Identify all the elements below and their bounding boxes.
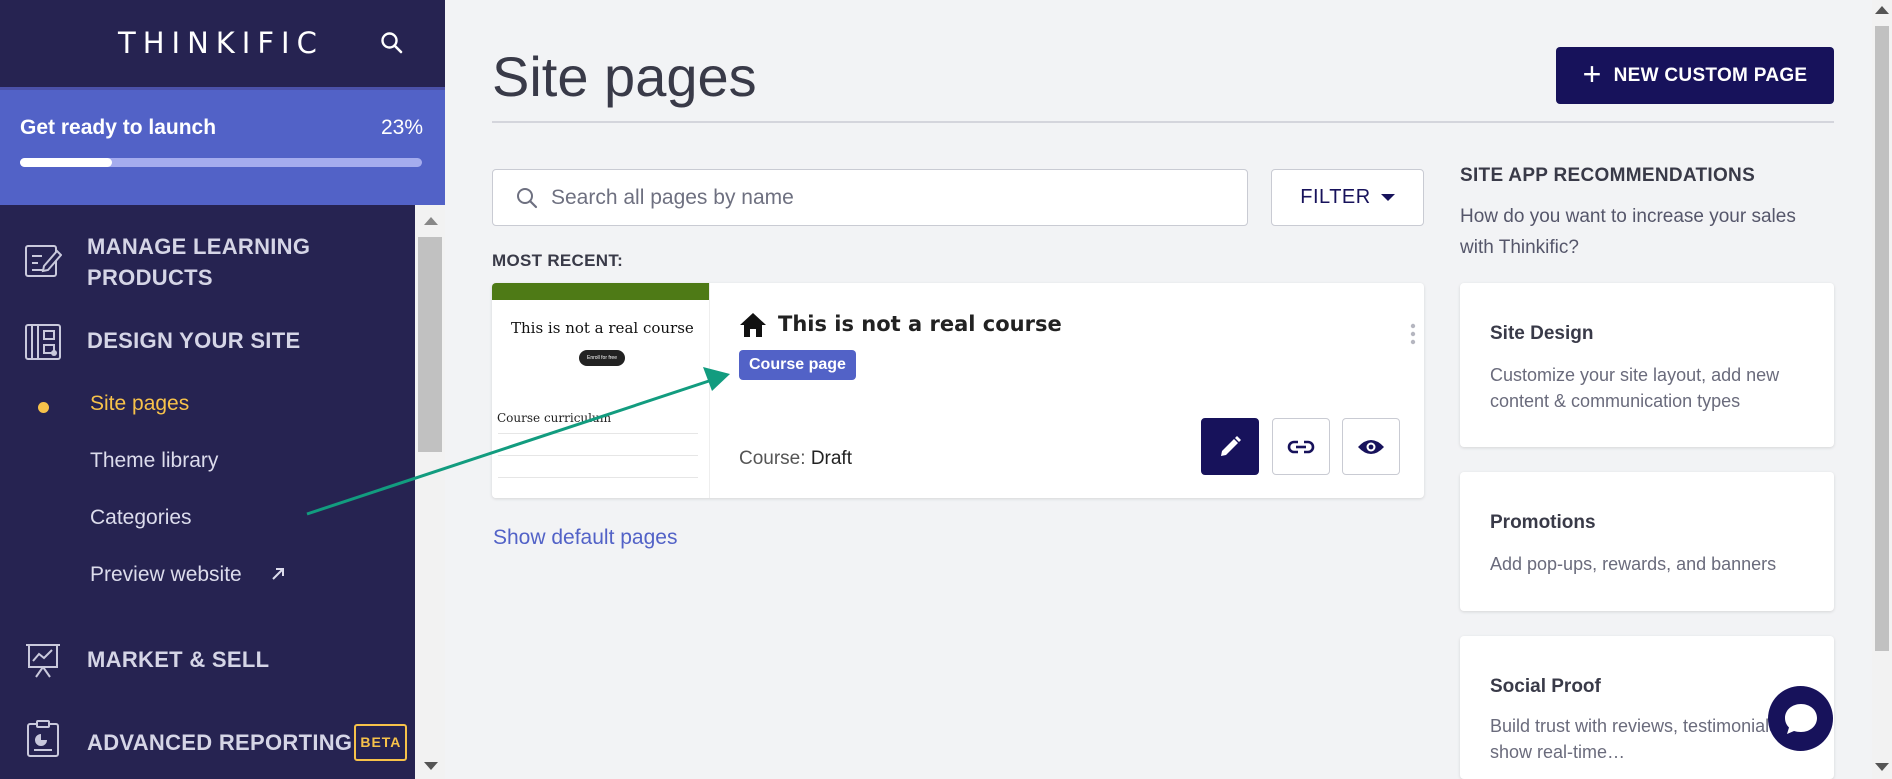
chat-button[interactable] — [1768, 686, 1833, 751]
nav-label: MANAGE LEARNING PRODUCTS — [87, 234, 311, 290]
show-default-pages-link[interactable]: Show default pages — [493, 526, 677, 550]
course-status: Course: Draft — [739, 448, 852, 470]
subnav-theme-library[interactable]: Theme library — [90, 449, 218, 473]
sidebar-header: THINKIFIC — [0, 0, 445, 90]
edit-button[interactable] — [1201, 418, 1259, 475]
rec-card-title: Site Design — [1490, 323, 1594, 344]
active-bullet — [38, 402, 49, 413]
new-custom-page-label: NEW CUSTOM PAGE — [1613, 64, 1808, 86]
launch-progress-bar — [20, 158, 422, 167]
caret-down-icon — [1380, 194, 1395, 201]
eye-icon — [1358, 439, 1384, 454]
nav-manage-learning-products[interactable]: MANAGE LEARNING PRODUCTS — [0, 228, 415, 290]
nav-market-and-sell[interactable]: MARKET & SELL — [0, 636, 415, 686]
home-icon — [740, 313, 766, 337]
thumbnail-line — [498, 433, 698, 434]
rec-card-site-design[interactable]: Site Design Customize your site layout, … — [1460, 283, 1834, 447]
copy-link-button[interactable] — [1272, 418, 1330, 475]
page-scroll-thumb[interactable] — [1875, 26, 1889, 651]
thumbnail-curriculum: Course curriculum — [497, 411, 612, 425]
plus-icon: + — [1582, 56, 1602, 92]
course-page-badge: Course page — [739, 350, 856, 380]
subnav-preview-website[interactable]: Preview website — [90, 563, 286, 587]
scroll-up-arrow[interactable] — [1875, 6, 1889, 14]
page-scrollbar[interactable] — [1872, 0, 1892, 779]
scroll-down-arrow[interactable] — [424, 762, 438, 770]
launch-title: Get ready to launch — [20, 116, 217, 139]
rec-card-desc: Add pop-ups, rewards, and banners — [1490, 554, 1777, 574]
recommendations-title: SITE APP RECOMMENDATIONS — [1460, 165, 1756, 186]
header-divider — [492, 121, 1834, 123]
thumbnail-button: Enroll for free — [579, 350, 625, 366]
external-link-icon — [271, 568, 284, 580]
page-card[interactable]: This is not a real course Enroll for fre… — [492, 283, 1424, 498]
sidebar-scroll-thumb[interactable] — [418, 237, 442, 452]
thinkific-logo[interactable]: THINKIFIC — [118, 26, 324, 60]
report-icon — [27, 720, 59, 757]
nav-label: MARKET & SELL — [87, 647, 270, 672]
nav-design-your-site[interactable]: DESIGN YOUR SITE — [0, 315, 415, 365]
rec-card-title: Promotions — [1490, 512, 1596, 533]
rec-card-title: Social Proof — [1490, 676, 1601, 697]
search-icon[interactable] — [379, 30, 405, 56]
most-recent-heading: MOST RECENT: — [492, 251, 624, 270]
filter-dropdown[interactable]: FILTER — [1271, 169, 1424, 226]
sidebar: THINKIFIC Get ready to launch 23% MANAGE… — [0, 0, 445, 779]
edit-list-icon — [25, 245, 62, 277]
launch-progress-panel[interactable]: Get ready to launch 23% — [0, 90, 445, 205]
preview-button[interactable] — [1342, 418, 1400, 475]
link-icon — [1287, 440, 1315, 453]
search-icon — [517, 188, 538, 209]
search-box[interactable] — [492, 169, 1248, 226]
nav-label: ADVANCED REPORTING BETA — [87, 724, 408, 761]
pencil-icon — [1221, 435, 1241, 456]
subnav-site-pages[interactable]: Site pages — [90, 392, 189, 416]
scroll-down-arrow[interactable] — [1875, 763, 1889, 771]
beta-badge: BETA — [354, 724, 408, 761]
sidebar-nav: MANAGE LEARNING PRODUCTS DESIGN YOUR SIT… — [0, 205, 415, 779]
page-title: Site pages — [492, 45, 757, 108]
search-input[interactable] — [551, 182, 1231, 214]
page-title-link[interactable]: This is not a real course — [778, 312, 1062, 336]
rec-card-desc: Customize your site layout, add new cont… — [1490, 365, 1780, 411]
chat-bubble-icon — [1784, 703, 1817, 734]
subnav-categories[interactable]: Categories — [90, 506, 192, 530]
launch-percent: 23% — [380, 116, 423, 139]
more-options-icon[interactable] — [1410, 323, 1416, 345]
thumbnail-line — [498, 455, 698, 456]
page-thumbnail[interactable]: This is not a real course Enroll for fre… — [492, 283, 710, 498]
presentation-chart-icon — [26, 644, 60, 678]
nav-label: DESIGN YOUR SITE — [87, 328, 301, 353]
scroll-up-arrow[interactable] — [424, 217, 438, 225]
course-status-label: Course: — [739, 448, 806, 469]
filter-label: FILTER — [1300, 186, 1371, 208]
rec-card-promotions[interactable]: Promotions Add pop-ups, rewards, and ban… — [1460, 472, 1834, 611]
layout-icon — [25, 324, 61, 360]
nav-advanced-reporting[interactable]: ADVANCED REPORTING BETA — [0, 716, 415, 766]
launch-progress-fill — [20, 158, 113, 167]
recommendations-subtitle: How do you want to increase your sales w… — [1460, 206, 1796, 258]
course-status-value: Draft — [810, 448, 852, 469]
thumbnail-header-bar — [492, 283, 709, 300]
new-custom-page-button[interactable]: + NEW CUSTOM PAGE — [1556, 47, 1834, 104]
main-content: Site pages + NEW CUSTOM PAGE FILTER MOST… — [445, 0, 1872, 779]
thumbnail-line — [498, 477, 698, 478]
sidebar-scrollbar[interactable] — [415, 205, 445, 779]
subnav-label: Preview website — [90, 563, 242, 586]
thumbnail-title: This is not a real course — [511, 319, 694, 337]
